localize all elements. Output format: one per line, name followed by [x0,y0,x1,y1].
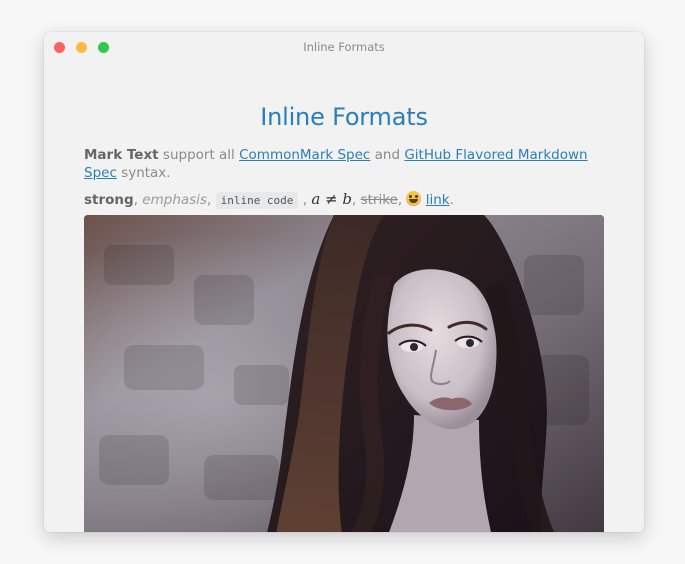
emphasis-sample: emphasis [142,192,207,208]
document-heading[interactable]: Inline Formats [84,100,604,134]
separator: , [133,192,143,208]
paragraph-formats[interactable]: strong, emphasis, inline code , a ≠ b, s… [84,190,604,210]
separator: , [298,192,312,208]
commonmark-link[interactable]: CommonMark Spec [239,147,370,163]
strike-sample: strike [360,192,398,208]
text-segment: syntax. [116,165,171,181]
editor-content[interactable]: Inline Formats Mark Text support all Com… [84,100,604,210]
separator: , [206,192,216,208]
title-bar: Inline Formats [44,32,644,62]
text-segment: and [370,147,405,163]
inline-code-sample: inline code [215,192,299,209]
portrait-image[interactable] [84,215,604,532]
text-segment: support all [158,147,240,163]
grinning-face-icon [406,191,422,206]
link-sample[interactable]: link [426,192,450,208]
desktop: Inline Formats Inline Formats Mark Text … [0,0,685,564]
separator: , [351,192,361,208]
strong-sample: strong [84,192,134,208]
math-sample: a ≠ b [311,190,352,208]
paragraph-intro[interactable]: Mark Text support all CommonMark Spec an… [84,146,604,182]
portrait-illustration [84,215,604,532]
window-title: Inline Formats [303,40,385,54]
app-window: Inline Formats Inline Formats Mark Text … [44,32,644,532]
separator: , [397,192,407,208]
separator: . [449,192,454,208]
strong-text: Mark Text [84,147,159,163]
